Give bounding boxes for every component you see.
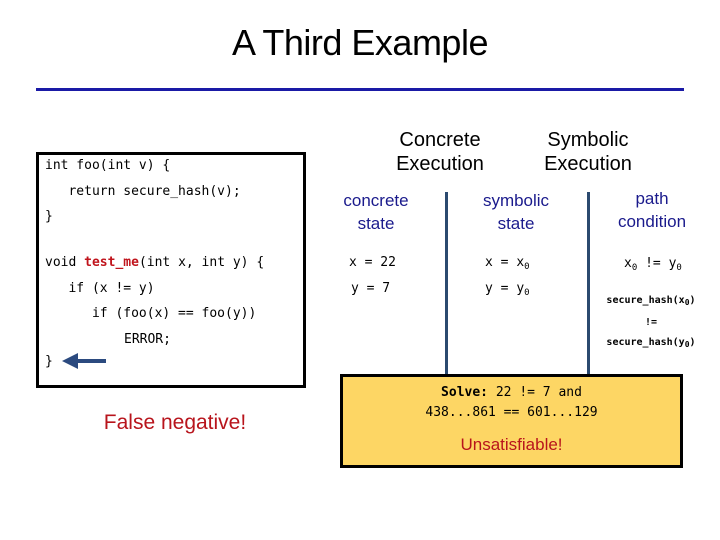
solver-box: Solve: 22 != 7 and 438...861 == 601...12… — [340, 374, 683, 468]
symbolic-state-line1: symbolic — [482, 191, 550, 210]
column-header-concrete-state: concrete state — [326, 189, 426, 235]
code-line-if-x-ne-y: if (x != y) — [45, 281, 155, 296]
concrete-header-line1: Concrete — [399, 129, 481, 151]
function-name-test-me: test_me — [84, 255, 139, 270]
hash-right: secure_hash(y0) — [596, 333, 706, 355]
symbolic-state-line2: state — [497, 214, 535, 233]
code-line-test-me-signature: void test_me(int x, int y) { — [45, 255, 264, 270]
concrete-execution-header: Concrete Execution — [370, 128, 510, 176]
symbolic-x-lhs: x = — [485, 255, 517, 270]
code-line-foo-signature: int foo(int v) { — [45, 158, 171, 173]
solve-line1-rest: 22 != 7 and — [488, 385, 582, 400]
symbolic-value-x: x = x0 — [485, 255, 530, 272]
concrete-state-line1: concrete — [343, 191, 409, 210]
title-underline — [36, 88, 684, 91]
unsatisfiable-label: Unsatisfiable! — [460, 435, 563, 454]
arrow-left-icon — [62, 353, 106, 369]
code-keyword-void: void — [45, 255, 85, 270]
pc-left: x — [624, 256, 632, 271]
solver-line-2: 438...861 == 601...129 — [425, 405, 598, 420]
symbolic-y-lhs: y = — [485, 281, 517, 296]
path-condition-line2: condition — [617, 212, 687, 231]
hash-right-text: secure_hash(y — [606, 337, 685, 348]
symbolic-execution-header: Symbolic Execution — [518, 128, 658, 176]
symbolic-x-sym: x — [516, 255, 525, 270]
hash-op: != — [644, 317, 658, 328]
symbolic-y-sym: y — [516, 281, 525, 296]
hash-left: secure_hash(x0) — [596, 291, 706, 313]
concrete-state-line2: state — [357, 214, 395, 233]
symbolic-value-y: y = y0 — [485, 281, 530, 298]
concrete-value-x: x = 22 — [349, 255, 396, 270]
pc-op: != — [637, 256, 669, 271]
symbolic-x-sub: 0 — [524, 262, 530, 272]
solver-line-1: Solve: 22 != 7 and — [343, 385, 680, 400]
column-divider-1 — [445, 192, 448, 375]
concrete-value-y: y = 7 — [351, 281, 391, 296]
solve-label: Solve: — [441, 385, 489, 400]
hash-left-paren: ) — [689, 295, 696, 306]
hash-left-text: secure_hash(x — [606, 295, 685, 306]
path-condition-hash-inequality: secure_hash(x0) != secure_hash(y0) — [596, 291, 706, 355]
false-negative-label: False negative! — [103, 411, 247, 434]
code-line-test-me-close: } — [45, 354, 53, 369]
hash-right-paren: ) — [689, 337, 696, 348]
column-divider-2 — [587, 192, 590, 375]
symbolic-y-sub: 0 — [524, 288, 530, 298]
slide-title: A Third Example — [232, 22, 488, 63]
code-line-if-foo-eq: if (foo(x) == foo(y)) — [45, 306, 257, 321]
code-line-error: ERROR; — [124, 332, 171, 347]
symbolic-header-line2: Execution — [544, 153, 632, 175]
concrete-header-line2: Execution — [396, 153, 484, 175]
code-line-foo-close: } — [45, 209, 53, 224]
pc-right-sub: 0 — [676, 263, 682, 273]
path-condition-line1: path — [635, 189, 669, 208]
path-condition-x-ne-y: x0 != y0 — [624, 256, 682, 273]
code-line-foo-return: return secure_hash(v); — [45, 184, 241, 199]
code-params: (int x, int y) { — [138, 255, 265, 270]
column-header-path-condition: path condition — [600, 187, 704, 233]
column-header-symbolic-state: symbolic state — [466, 189, 566, 235]
symbolic-header-line1: Symbolic — [547, 129, 629, 151]
